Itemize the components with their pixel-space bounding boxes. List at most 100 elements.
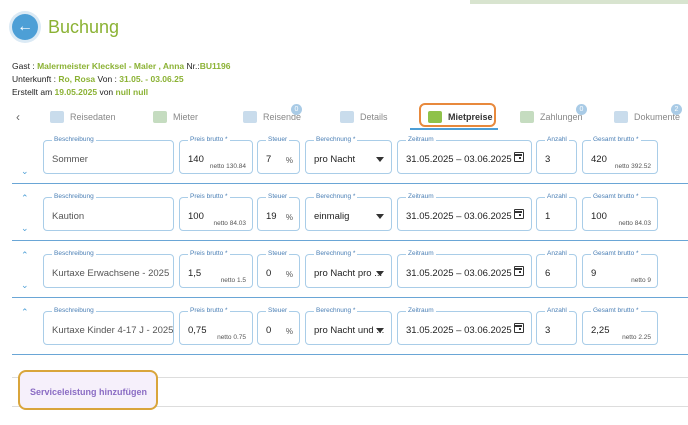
von2-value: null null [115,87,149,97]
beschreibung-field[interactable]: Beschreibung Kaution [43,193,174,231]
tab-reisedaten[interactable]: Reisedaten [50,103,116,131]
chevron-up-icon[interactable]: ⌃ [21,307,29,318]
gesamt-value: 420 [591,154,607,165]
field-label: Gesamt brutto * [591,193,641,200]
nr-value: BU1196 [199,61,231,71]
anzahl-field[interactable]: Anzahl 3 [536,307,577,345]
zeitraum-value: 31.05.2025 – 03.06.2025 [406,268,512,279]
active-tab-indicator [410,128,498,130]
tab-details[interactable]: Details [340,103,388,131]
zeitraum-field[interactable]: Zeitraum 31.05.2025 – 03.06.2025 [397,136,532,174]
gesamt-netto: netto 9 [631,277,651,284]
von-value: 31.05. - 03.06.25 [119,74,184,84]
steuer-value: 7 [266,154,272,165]
caret-down-icon [376,271,384,276]
calendar-icon[interactable] [514,266,524,276]
list-icon [340,111,354,123]
field-label: Gesamt brutto * [591,136,641,143]
calendar-icon[interactable] [514,209,524,219]
field-label: Steuer [266,250,290,257]
field-label: Anzahl [545,136,569,143]
field-label: Berechnung * [314,193,358,200]
field-label: Gesamt brutto * [591,250,641,257]
beschreibung-field[interactable]: Beschreibung Kurtaxe Erwachsene - 2025 [43,250,174,288]
zeitraum-value: 31.05.2025 – 03.06.2025 [406,211,512,222]
beschreibung-field[interactable]: Beschreibung Kurtaxe Kinder 4-17 J - 202… [43,307,174,345]
preis-field[interactable]: Preis brutto * 100 netto 84.03 [179,193,253,231]
preis-field[interactable]: Preis brutto * 1,5 netto 1.5 [179,250,253,288]
erstellt-value: 19.05.2025 [54,87,98,97]
field-label: Zeitraum [406,193,436,200]
preis-netto: netto 130.84 [209,163,246,170]
preis-field[interactable]: Preis brutto * 140 netto 130.84 [179,136,253,174]
unterkunft-label: Unterkunft : [12,74,56,84]
price-row: ⌃ Beschreibung Kurtaxe Kinder 4-17 J - 2… [12,303,688,355]
calendar-icon[interactable] [514,323,524,333]
berechnung-select[interactable]: Berechnung * einmalig [305,193,392,231]
zeitraum-field[interactable]: Zeitraum 31.05.2025 – 03.06.2025 [397,250,532,288]
gesamt-field[interactable]: Gesamt brutto * 2,25 netto 2.25 [582,307,658,345]
percent-sign: % [285,327,293,336]
tab-mieter[interactable]: Mieter [153,103,198,131]
anzahl-field[interactable]: Anzahl 3 [536,136,577,174]
id-card-icon [153,111,167,123]
preis-field[interactable]: Preis brutto * 0,75 netto 0.75 [179,307,253,345]
chevron-down-icon[interactable]: ⌄ [21,223,29,234]
anzahl-field[interactable]: Anzahl 1 [536,193,577,231]
anzahl-value: 3 [545,154,551,165]
gesamt-field[interactable]: Gesamt brutto * 420 netto 392.52 [582,136,658,174]
tab-bar: ‹ Reisedaten Mieter Reisende 0 Details M… [0,103,688,131]
steuer-field[interactable]: Steuer 7 % [257,136,300,174]
chevron-up-icon[interactable]: ⌃ [21,250,29,261]
gesamt-field[interactable]: Gesamt brutto * 9 netto 9 [582,250,658,288]
berechnung-select[interactable]: Berechnung * pro Nacht [305,136,392,174]
field-label: Gesamt brutto * [591,307,641,314]
tab-label: Mieter [173,112,199,122]
field-label: Anzahl [545,193,569,200]
price-row: ⌃ ⌄ Beschreibung Kaution Preis brutto * … [12,189,688,241]
add-service-button[interactable]: Serviceleistung hinzufügen [18,370,158,410]
steuer-value: 19 [266,211,277,222]
gesamt-value: 9 [591,268,597,279]
chevron-up-icon[interactable]: ⌃ [21,193,29,204]
calendar-icon[interactable] [514,152,524,162]
back-button[interactable]: ← [12,14,38,40]
field-label: Steuer [266,136,290,143]
gast-value: Malermeister Klecksel - Maler , Anna [37,61,185,71]
price-row: ⌃ ⌄ Beschreibung Kurtaxe Erwachsene - 20… [12,246,688,298]
field-label: Preis brutto * [188,307,230,314]
tab-zahlungen[interactable]: Zahlungen [520,103,583,131]
beschreibung-field[interactable]: Beschreibung Sommer [43,136,174,174]
field-label: Preis brutto * [188,136,230,143]
zeitraum-field[interactable]: Zeitraum 31.05.2025 – 03.06.2025 [397,193,532,231]
berechnung-select[interactable]: Berechnung * pro Nacht pro ... [305,250,392,288]
field-label: Preis brutto * [188,250,230,257]
chevron-down-icon[interactable]: ⌄ [21,166,29,177]
preis-value: 140 [188,154,204,165]
gesamt-field[interactable]: Gesamt brutto * 100 netto 84.03 [582,193,658,231]
anzahl-field[interactable]: Anzahl 6 [536,250,577,288]
zeitraum-value: 31.05.2025 – 03.06.2025 [406,325,512,336]
chevron-left-icon[interactable]: ‹ [16,110,20,124]
field-label: Zeitraum [406,136,436,143]
berechnung-value: einmalig [314,211,350,222]
preis-netto: netto 1.5 [220,277,246,284]
preis-value: 0,75 [188,325,207,336]
arrow-left-icon: ← [17,18,33,35]
steuer-field[interactable]: Steuer 19 % [257,193,300,231]
info-gast: Gast : Malermeister Klecksel - Maler , A… [12,61,230,71]
berechnung-value: pro Nacht [314,154,356,165]
zeitraum-field[interactable]: Zeitraum 31.05.2025 – 03.06.2025 [397,307,532,345]
highlight-mietpreise [419,103,496,127]
von-label: Von : [97,74,117,84]
berechnung-select[interactable]: Berechnung * pro Nacht und ... [305,307,392,345]
steuer-field[interactable]: Steuer 0 % [257,307,300,345]
tab-dokumente[interactable]: Dokumente [614,103,680,131]
price-row: ⌄ Beschreibung Sommer Preis brutto * 140… [12,132,688,184]
caret-down-icon [376,328,384,333]
caret-down-icon [376,214,384,219]
steuer-field[interactable]: Steuer 0 % [257,250,300,288]
berechnung-value: pro Nacht pro ... [314,268,383,279]
von2-label: von [99,87,114,97]
chevron-down-icon[interactable]: ⌄ [21,280,29,291]
